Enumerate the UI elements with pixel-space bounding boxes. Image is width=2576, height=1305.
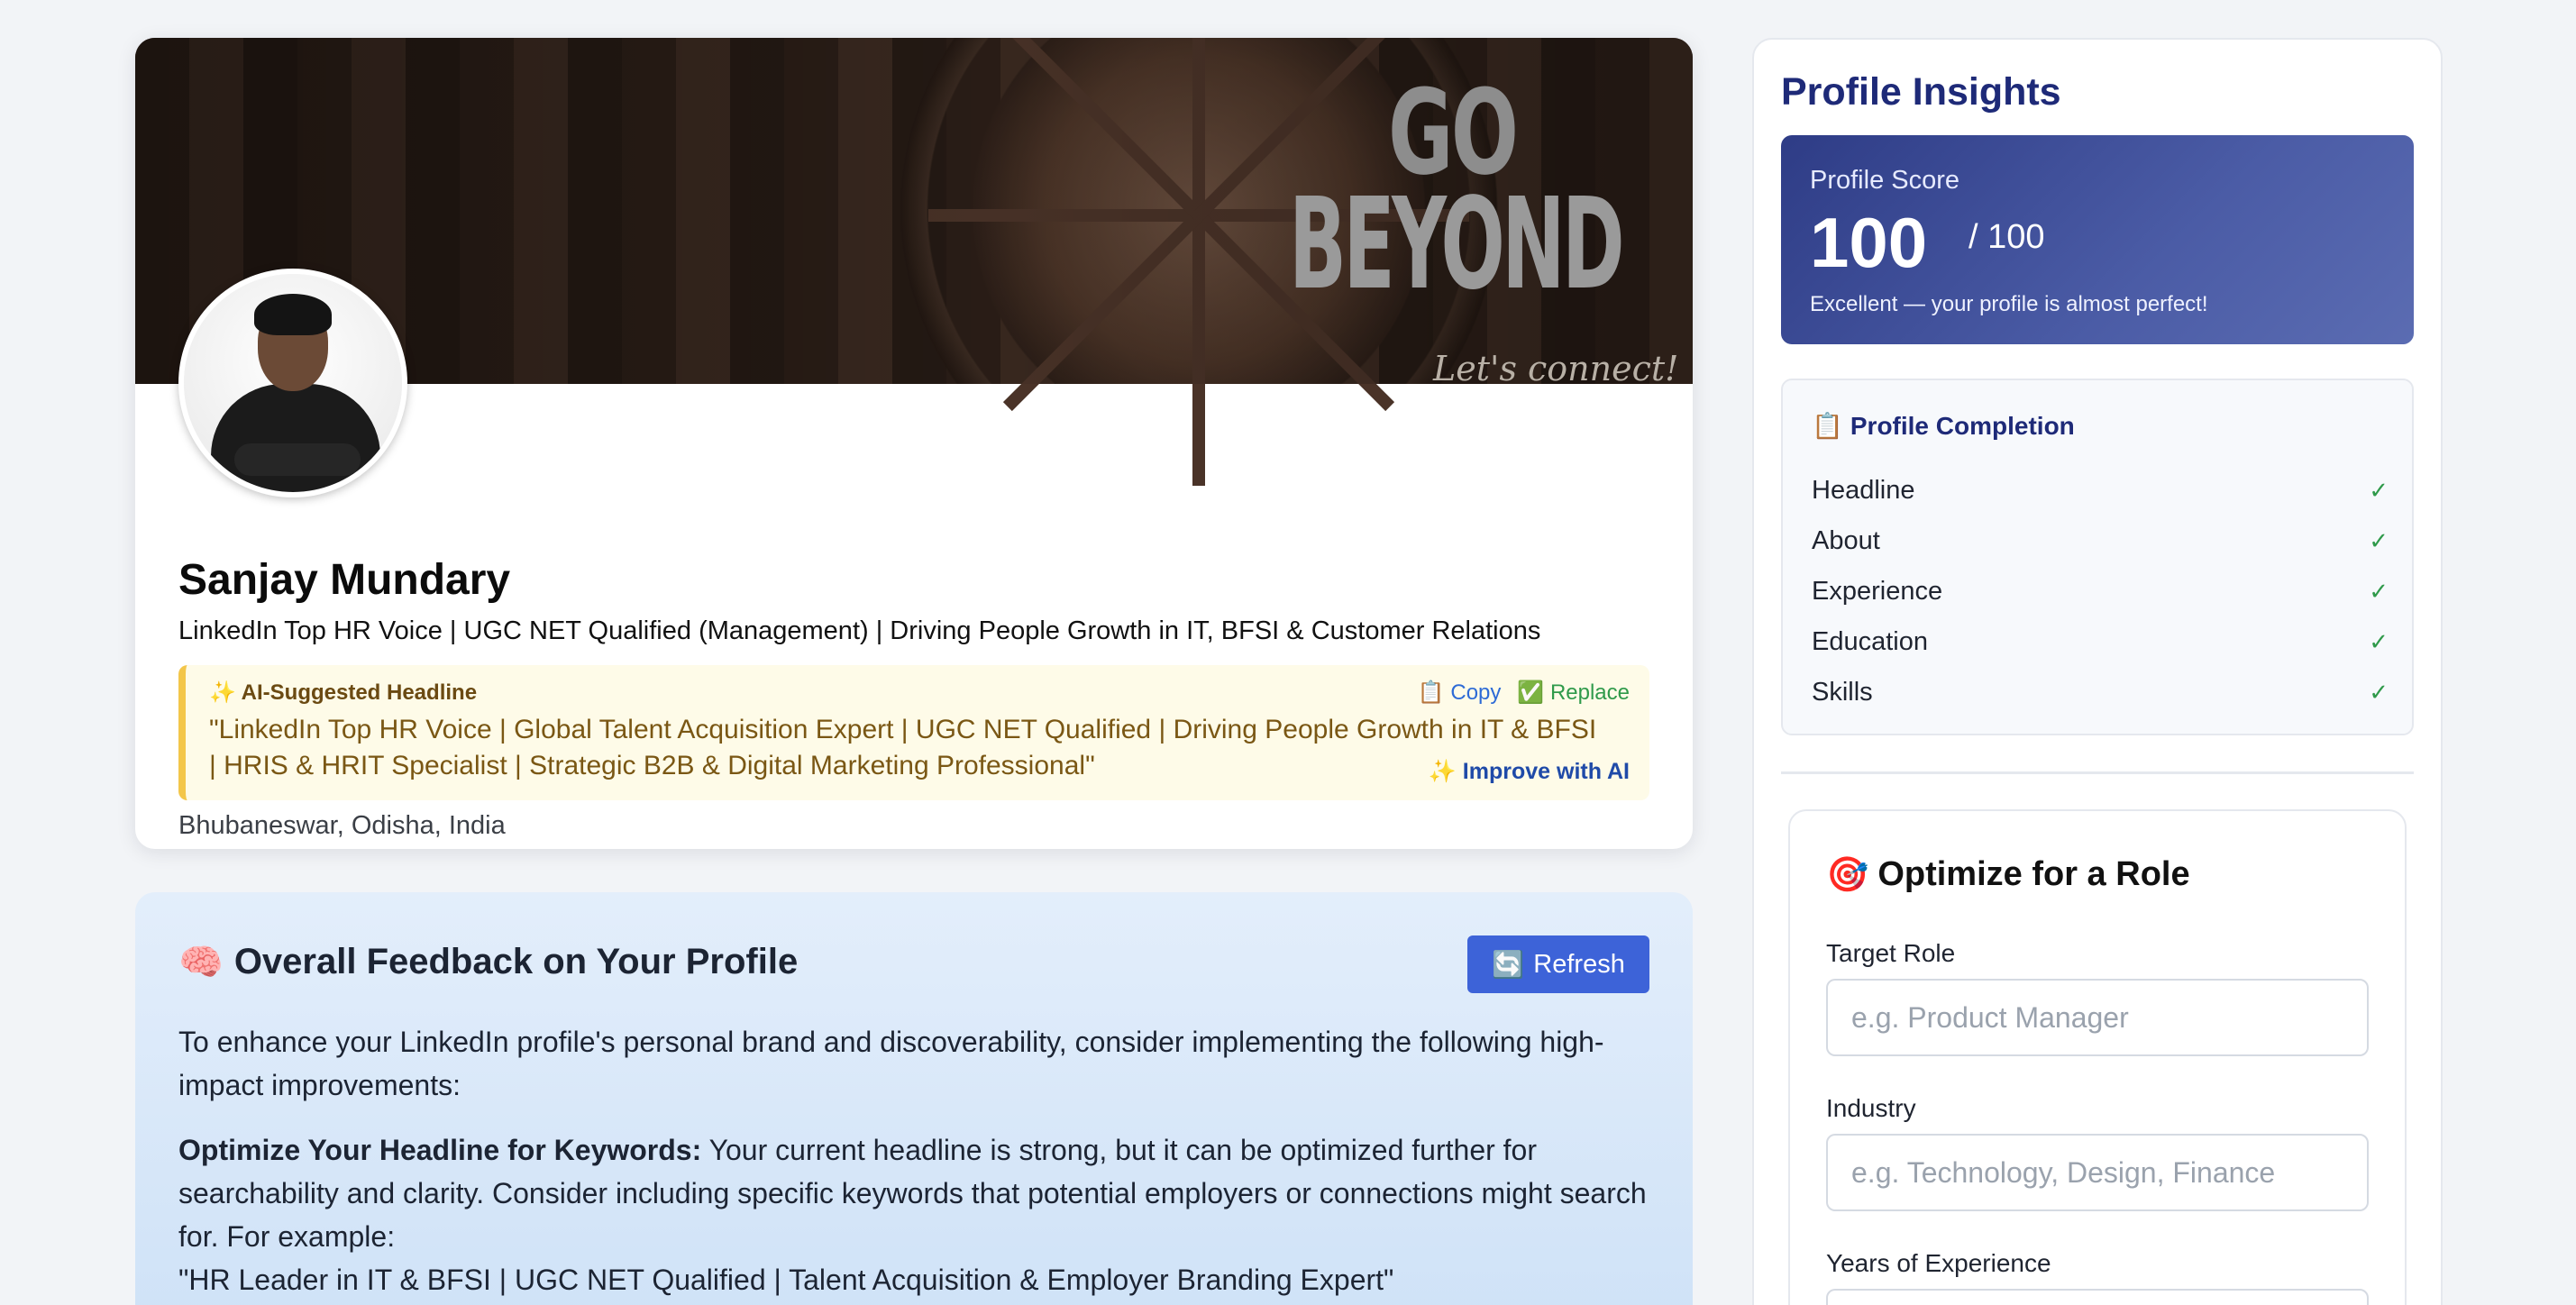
profile-name: Sanjay Mundary xyxy=(178,556,511,604)
banner-text-beyond: BEYOND xyxy=(1289,171,1625,318)
completion-item-experience: Experience ✓ xyxy=(1812,566,2389,616)
target-icon: 🎯 xyxy=(1826,854,1869,894)
profile-avatar xyxy=(178,269,407,497)
profile-headline: LinkedIn Top HR Voice | UGC NET Qualifie… xyxy=(178,616,1541,645)
score-value: 100 xyxy=(1810,203,1928,282)
completion-item-label: Education xyxy=(1812,626,1928,656)
feedback-heading: 🧠 Overall Feedback on Your Profile xyxy=(178,941,798,983)
copy-headline-button[interactable]: 📋 Copy xyxy=(1418,680,1502,706)
check-icon: ✓ xyxy=(2369,678,2389,706)
target-role-input[interactable] xyxy=(1826,979,2369,1056)
completion-item-label: Experience xyxy=(1812,576,1943,606)
optimize-heading: 🎯 Optimize for a Role xyxy=(1826,854,2190,895)
profile-insights-panel: Profile Insights Profile Score 100 / 100… xyxy=(1752,38,2443,1305)
optimize-title: Optimize for a Role xyxy=(1877,855,2190,893)
completion-title: Profile Completion xyxy=(1850,411,2075,440)
profile-card: GO BEYOND Let's connect! Sanjay Mundary … xyxy=(135,38,1693,849)
feedback-point-example: "HR Leader in IT & BFSI | UGC NET Qualif… xyxy=(178,1264,1394,1296)
ai-suggested-headline-text: "LinkedIn Top HR Voice | Global Talent A… xyxy=(209,715,1597,780)
completion-item-label: About xyxy=(1812,525,1880,555)
profile-completion-card: 📋 Profile Completion Headline ✓ About ✓ … xyxy=(1781,379,2414,735)
target-role-label: Target Role xyxy=(1826,939,1956,967)
check-icon: ✓ xyxy=(2369,627,2389,655)
optimize-for-role-card: 🎯 Optimize for a Role Target Role Indust… xyxy=(1788,809,2407,1305)
brain-icon: 🧠 xyxy=(178,942,224,983)
score-message: Excellent — your profile is almost perfe… xyxy=(1810,292,2208,316)
insights-title: Profile Insights xyxy=(1781,70,2061,114)
completion-heading: 📋 Profile Completion xyxy=(1812,411,2075,441)
completion-item-about: About ✓ xyxy=(1812,516,2389,566)
refresh-label: Refresh xyxy=(1533,949,1625,979)
years-experience-input[interactable] xyxy=(1826,1289,2369,1305)
completion-item-education: Education ✓ xyxy=(1812,616,2389,667)
score-max: / 100 xyxy=(1969,218,2045,256)
improve-with-ai-button[interactable]: ✨ Improve with AI xyxy=(1429,759,1630,785)
section-divider xyxy=(1781,771,2414,774)
refresh-button[interactable]: 🔄 Refresh xyxy=(1467,935,1649,993)
feedback-point-headline: Optimize Your Headline for Keywords: You… xyxy=(178,1128,1657,1301)
completion-item-label: Skills xyxy=(1812,677,1873,707)
clipboard-icon: 📋 xyxy=(1812,411,1843,441)
feedback-point-heading: Optimize Your Headline for Keywords: xyxy=(178,1134,702,1166)
industry-label: Industry xyxy=(1826,1094,1916,1122)
years-experience-label: Years of Experience xyxy=(1826,1249,2051,1277)
check-icon: ✓ xyxy=(2369,526,2389,554)
check-icon: ✓ xyxy=(2369,577,2389,605)
ai-suggestion-actions: 📋 Copy ✅ Replace xyxy=(1418,680,1630,706)
replace-headline-button[interactable]: ✅ Replace xyxy=(1517,680,1630,706)
score-label: Profile Score xyxy=(1810,166,1960,195)
feedback-intro: To enhance your LinkedIn profile's perso… xyxy=(178,1026,1604,1101)
ai-suggested-headline-box: ✨ AI-Suggested Headline 📋 Copy ✅ Replace… xyxy=(178,665,1649,800)
check-icon: ✓ xyxy=(2369,476,2389,504)
ai-suggestion-label: ✨ AI-Suggested Headline xyxy=(209,680,478,705)
profile-location: Bhubaneswar, Odisha, India xyxy=(178,811,506,840)
banner-tagline: Let's connect! xyxy=(1433,349,1679,388)
completion-item-label: Headline xyxy=(1812,475,1915,505)
profile-score-card: Profile Score 100 / 100 Excellent — your… xyxy=(1781,135,2414,344)
completion-item-headline: Headline ✓ xyxy=(1812,465,2389,516)
completion-list: Headline ✓ About ✓ Experience ✓ Educatio… xyxy=(1812,465,2389,717)
feedback-title: Overall Feedback on Your Profile xyxy=(233,942,799,981)
refresh-icon: 🔄 xyxy=(1492,948,1525,980)
industry-input[interactable] xyxy=(1826,1134,2369,1211)
overall-feedback-card: 🧠 Overall Feedback on Your Profile 🔄 Ref… xyxy=(135,892,1693,1305)
completion-item-skills: Skills ✓ xyxy=(1812,667,2389,717)
page: GO BEYOND Let's connect! Sanjay Mundary … xyxy=(0,0,2576,1305)
